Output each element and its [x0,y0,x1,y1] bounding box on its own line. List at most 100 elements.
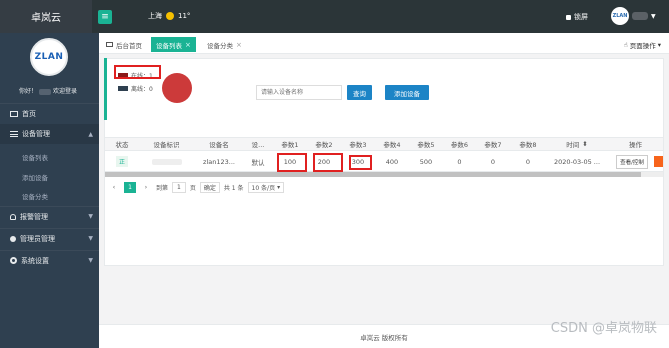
chevron-up-icon: ▲ [88,130,93,138]
tab-label: 设备分类 [207,41,233,50]
sun-icon [166,12,174,20]
column-header[interactable]: 参数5 [409,138,443,150]
weather-city: 上海 [148,12,162,20]
page-operations-menu[interactable]: ☝ 页面操作 ▾ [624,40,661,50]
monitor-icon [106,42,113,47]
view-control-button[interactable]: 查看/控制 [616,154,648,169]
column-header[interactable]: 设... [244,138,272,150]
param1-highlight-box [277,153,307,172]
sidebar-logo: ZLAN [30,38,68,76]
column-header[interactable]: 参数4 [375,138,409,150]
column-header[interactable]: 参数2 [308,138,340,150]
search-input[interactable] [256,85,342,100]
device-group-cell: 默认 [251,158,265,167]
time-cell: 2020-03-05 ... [553,157,601,166]
sidebar: ZLAN 你好！ 欢迎登录 首页 设备管理 ▲ 设备列表 添加设备 设备分类 报警… [0,33,99,348]
column-header[interactable]: 参数1 [274,138,306,150]
copyright-text: 卓岚云 版权所有 [360,333,408,342]
chevron-down-icon: ▾ [657,41,661,49]
lock-screen-button[interactable]: 锁屏 [566,12,588,22]
online-highlight-box [114,65,161,79]
column-header[interactable]: 设备标识 [139,138,194,150]
operation-cell: 查看/控制 [608,152,656,171]
device-id-cell [139,152,194,171]
column-header[interactable]: 参数7 [476,138,510,150]
column-header[interactable]: 参数3 [342,138,374,150]
param7-cell: 0 [490,157,496,166]
confirm-page-button[interactable]: 确定 [199,181,220,193]
column-header[interactable]: 状态 [105,138,139,150]
param4-cell: 400 [385,157,399,166]
page-jump-input[interactable]: 1 [172,181,186,193]
status-cell: 正 [105,152,139,171]
sidebar-item-device-category[interactable]: 设备分类 [22,191,48,201]
offline-count: 离线：0 [131,86,153,93]
column-header-time[interactable]: 时间 ⬍ [546,138,608,150]
user-icon [10,235,16,242]
page-size-label: 10 条/页 [251,184,276,192]
device-id-blurred [151,158,182,165]
brand-title: 卓岚云 [0,0,92,33]
tab-home[interactable]: 后台首页 [101,37,147,52]
tab-label: 后台首页 [116,41,142,50]
param2-highlight-box [313,153,343,172]
lock-icon [566,14,571,20]
page-unit-label: 页 [189,184,196,192]
column-header[interactable]: 参数8 [510,138,546,150]
sidebar-item-admin-management[interactable]: 管理员管理 ▼ [0,228,99,248]
total-count: 共 1 条 [223,184,244,192]
param6-cell: 0 [457,157,462,166]
sidebar-item-label: 首页 [22,109,36,118]
param5-cell: 500 [419,157,433,166]
status-pie-chart [162,73,192,103]
lock-label: 锁屏 [574,13,588,21]
weather-widget: 上海 11° [148,11,190,21]
sidebar-item-label: 设备管理 [22,130,50,138]
add-device-button[interactable]: 添加设备 [385,85,429,100]
sidebar-item-label: 系统设置 [21,256,49,265]
goto-label: 到第 [156,184,169,192]
tab-device-list[interactable]: 设备列表 × [151,37,196,52]
tab-device-category[interactable]: 设备分类 × [202,37,247,52]
table-header: 状态 设备标识 设备名 设... 参数1 参数2 参数3 参数4 参数5 参数6… [105,137,663,151]
welcome-prefix: 你好！ [19,88,38,95]
sort-icon[interactable]: ⬍ [582,140,587,148]
tab-label: 设备列表 [156,41,182,50]
user-name-blurred[interactable] [632,12,648,20]
sidebar-item-home[interactable]: 首页 [0,103,99,123]
close-icon[interactable]: × [185,41,191,49]
column-header-label: 时间 [566,141,580,149]
offline-legend: 离线：0 [118,84,153,93]
scrollbar-thumb[interactable] [105,172,641,177]
sidebar-item-system-settings[interactable]: 系统设置 ▼ [0,250,99,270]
avatar[interactable]: ZLAN [611,7,629,25]
chevron-down-icon[interactable]: ▼ [651,13,656,20]
page-number-current[interactable]: 1 [124,181,136,193]
column-header[interactable]: 设备名 [194,138,244,150]
table-row: 正 zlan123... 默认 100 200 300 400 500 0 0 … [105,152,663,172]
gear-icon [10,257,17,264]
query-button[interactable]: 查询 [347,85,372,100]
sidebar-item-alarm-management[interactable]: 报警管理 ▼ [0,206,99,226]
weather-temp: 11° [178,12,191,20]
sidebar-item-label: 报警管理 [20,212,48,221]
prev-page-button[interactable]: ‹ [108,182,120,193]
menu-toggle-button[interactable]: ≡ [98,10,112,24]
more-actions-button[interactable] [654,156,663,167]
sidebar-item-device-management[interactable]: 设备管理 ▲ [0,124,99,144]
device-name-cell: zlan123... [203,157,235,166]
next-page-button[interactable]: › [140,182,152,193]
close-icon[interactable]: × [236,41,242,49]
sidebar-item-add-device[interactable]: 添加设备 [22,172,48,182]
bell-icon [10,213,16,220]
column-header[interactable]: 参数6 [443,138,476,150]
chevron-down-icon: ▾ [277,183,281,191]
welcome-suffix: 欢迎登录 [53,88,78,95]
horizontal-scrollbar[interactable] [105,172,663,177]
page-size-select[interactable]: 10 条/页 ▾ [247,181,285,193]
panel-accent-bar [104,58,107,120]
pointer-icon: ☝ [623,41,628,49]
username-blur [39,88,52,95]
page-ops-label: 页面操作 [629,42,656,50]
sidebar-item-device-list[interactable]: 设备列表 [22,152,48,162]
